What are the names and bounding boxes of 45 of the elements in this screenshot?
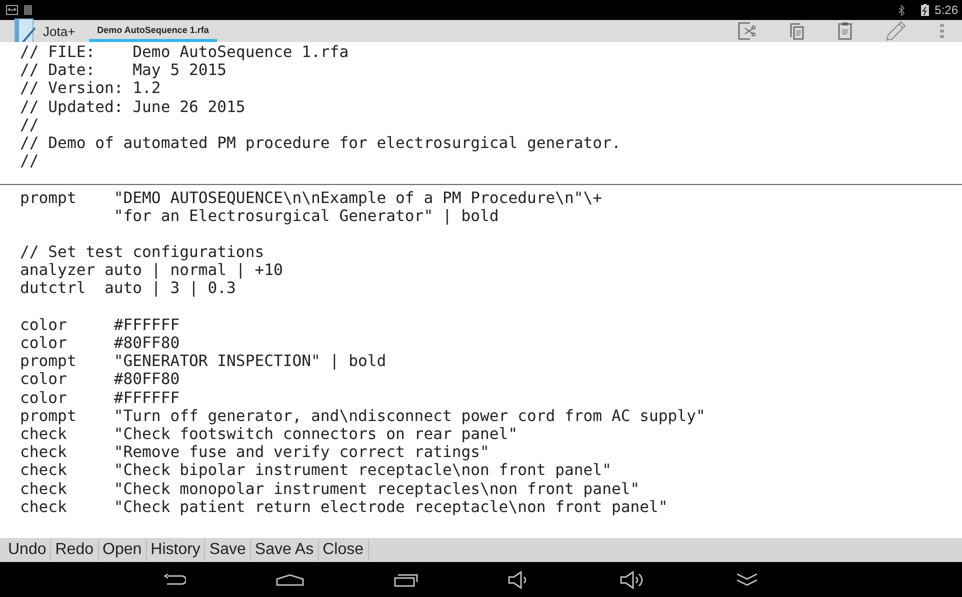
- toolbar-button[interactable]: Undo: [4, 539, 52, 561]
- pencil-icon[interactable]: [886, 21, 906, 41]
- code-line: check "Check footswitch connectors on rear panel": [20, 424, 519, 444]
- code-line: // Set test configurations: [20, 243, 266, 262]
- back-icon[interactable]: [164, 574, 186, 586]
- code-line: color #80FF80: [20, 370, 181, 389]
- code-line: color #FFFFFF: [20, 316, 181, 334]
- code-line: // Demo of automated PM procedure for electrosurgical generator.: [20, 134, 622, 152]
- code-line: analyzer auto | normal | +10: [20, 261, 284, 280]
- battery-icon: [920, 4, 929, 16]
- code-line: prompt "GENERATOR INSPECTION" | bold: [20, 352, 388, 370]
- toolbar-button[interactable]: Save: [205, 539, 251, 561]
- code-line: dutctrl auto | 3 | 0.3: [20, 279, 237, 298]
- code-line: color #FFFFFF: [20, 388, 181, 407]
- code-line: prompt "Turn off generator, and\ndisconnect power cord from AC supply": [20, 406, 706, 425]
- toolbar-button[interactable]: History: [146, 539, 206, 561]
- double-chevron-down-icon[interactable]: [736, 572, 758, 586]
- toolbar-button[interactable]: Redo: [51, 539, 98, 561]
- code-line: // Date: May 5 2015: [20, 61, 228, 80]
- code-line: color #80FF80: [20, 334, 181, 352]
- cut-icon[interactable]: [738, 22, 756, 40]
- code-line: check "Remove fuse and verify correct ratings": [20, 443, 490, 462]
- code-line: // Updated: June 26 2015: [20, 98, 246, 116]
- notepad-icon[interactable]: [14, 18, 38, 44]
- code-line: check "Check bipolar instrument receptacle\non front panel": [20, 461, 612, 480]
- screen-icon: [6, 5, 18, 15]
- barcode-icon: [24, 5, 33, 15]
- bluetooth-icon: [898, 4, 905, 16]
- code-line: check "Check monopolar instrument receptacles\non front panel": [20, 480, 641, 498]
- code-line: // FILE: Demo AutoSequence 1.rfa: [20, 43, 350, 62]
- toolbar-button[interactable]: Save As: [250, 539, 319, 561]
- code-line: "for an Electrosurgical Generator" | bold: [112, 206, 500, 225]
- code-line: check "Check patient return electrode receptacle\non front panel": [20, 498, 669, 516]
- toolbar-button[interactable]: Close: [318, 539, 368, 561]
- code-line: //: [20, 152, 40, 170]
- code-line: // Version: 1.2: [20, 79, 162, 98]
- code-line: //: [20, 116, 40, 134]
- code-line: prompt "DEMO AUTOSEQUENCE\n\nExample of a PM Procedure\n"\+: [20, 188, 604, 207]
- copy-icon[interactable]: [790, 22, 804, 40]
- clipboard-icon[interactable]: [838, 22, 852, 40]
- clock-time: 5:26: [934, 3, 958, 17]
- home-icon[interactable]: [276, 574, 304, 586]
- app-name: Jota+: [43, 24, 76, 38]
- toolbar-button[interactable]: Open: [98, 539, 147, 561]
- recent-apps-icon[interactable]: [394, 572, 418, 586]
